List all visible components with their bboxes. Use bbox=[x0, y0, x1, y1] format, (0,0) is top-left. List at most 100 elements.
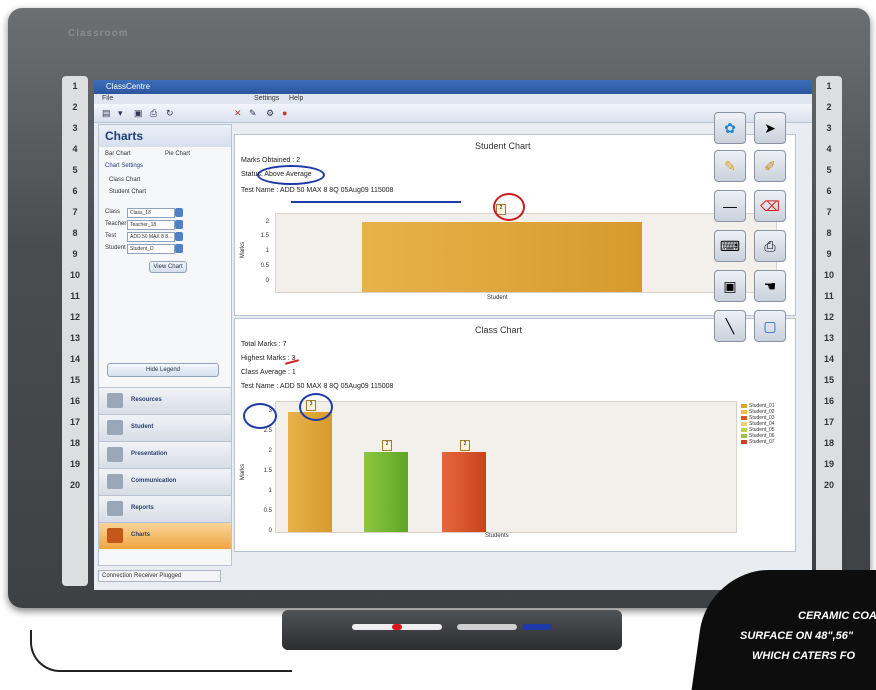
class-chart-radio[interactable]: Class Chart bbox=[109, 177, 140, 183]
page-number[interactable]: 12 bbox=[62, 307, 88, 328]
page-number[interactable]: 5 bbox=[816, 160, 842, 181]
data-label: 2 bbox=[382, 440, 392, 451]
page-number[interactable]: 4 bbox=[816, 139, 842, 160]
highlighter-icon[interactable]: ✐ bbox=[754, 150, 786, 182]
sidebar-item-reports[interactable]: Reports bbox=[99, 495, 231, 522]
stop-icon[interactable]: ● bbox=[282, 107, 287, 119]
close-icon[interactable]: ✕ bbox=[234, 107, 242, 119]
pointer-icon[interactable]: ➤ bbox=[754, 112, 786, 144]
edit-icon[interactable]: ✎ bbox=[249, 107, 257, 119]
page-number[interactable]: 17 bbox=[62, 412, 88, 433]
print-icon[interactable]: ⎙ bbox=[150, 107, 157, 119]
page-number[interactable]: 15 bbox=[62, 370, 88, 391]
status-bar: Connection Receiver Plugged bbox=[98, 570, 221, 582]
page-number[interactable]: 19 bbox=[62, 454, 88, 475]
sidebar-item-presentation[interactable]: Presentation bbox=[99, 441, 231, 468]
left-page-rail: 1 2 3 4 5 6 7 8 9 10 11 12 13 14 15 16 17 18 19 20 bbox=[62, 76, 88, 586]
hide-legend-button[interactable]: Hide Legend bbox=[107, 363, 219, 377]
sidebar-item-label: Presentation bbox=[131, 451, 168, 457]
page-number[interactable]: 13 bbox=[816, 328, 842, 349]
top-bar-annotation-circle bbox=[299, 393, 333, 421]
page-number[interactable]: 5 bbox=[62, 160, 88, 181]
test-select[interactable]: ADD 50 MAX 8 8... bbox=[127, 232, 175, 242]
teacher-select[interactable]: Teacher_18 bbox=[127, 220, 175, 230]
grey-pen[interactable] bbox=[457, 624, 517, 630]
student-label: Student bbox=[105, 245, 126, 251]
blue-pen[interactable] bbox=[522, 624, 552, 630]
page-number[interactable]: 11 bbox=[62, 286, 88, 307]
page-number[interactable]: 11 bbox=[816, 286, 842, 307]
y-axis-label: Marks bbox=[240, 241, 247, 259]
sidebar-item-student[interactable]: Student bbox=[99, 414, 231, 441]
pen-tray bbox=[282, 610, 622, 650]
menu-file[interactable]: File bbox=[102, 94, 113, 104]
page-number[interactable]: 6 bbox=[62, 181, 88, 202]
page-number[interactable]: 3 bbox=[816, 118, 842, 139]
new-icon[interactable]: ▤ bbox=[102, 107, 111, 119]
refresh-icon[interactable]: ↻ bbox=[166, 107, 174, 119]
save-icon[interactable]: ▣ bbox=[134, 107, 143, 119]
whiteboard-tool-palette: ✿ ➤ ✎ ✐ — ⌫ ⌨ ⎙ ▣ ☚ ╲ ▢ bbox=[714, 112, 794, 362]
menu-settings[interactable]: Settings bbox=[254, 94, 279, 104]
print-icon[interactable]: ⎙ bbox=[754, 230, 786, 262]
open-icon[interactable]: ▾ bbox=[118, 107, 123, 119]
class-select[interactable]: Class_18 bbox=[127, 208, 175, 218]
screen-icon[interactable]: ▣ bbox=[714, 270, 746, 302]
student-field: Student Student_D bbox=[105, 244, 183, 254]
sidebar-item-label: Reports bbox=[131, 505, 154, 511]
student-select[interactable]: Student_D bbox=[127, 244, 175, 254]
page-number[interactable]: 7 bbox=[816, 202, 842, 223]
sidebar-item-resources[interactable]: Resources bbox=[99, 387, 231, 414]
gear-icon[interactable]: ✿ bbox=[714, 112, 746, 144]
page-number[interactable]: 6 bbox=[816, 181, 842, 202]
red-pen-cap bbox=[392, 624, 402, 630]
page-number[interactable]: 10 bbox=[62, 265, 88, 286]
page-number[interactable]: 1 bbox=[62, 76, 88, 97]
pen-icon[interactable]: ✎ bbox=[714, 150, 746, 182]
page-number[interactable]: 18 bbox=[816, 433, 842, 454]
page-number[interactable]: 14 bbox=[816, 349, 842, 370]
page-number[interactable]: 16 bbox=[62, 391, 88, 412]
sidebar-item-label: Student bbox=[131, 424, 154, 430]
chevron-down-icon[interactable] bbox=[175, 244, 183, 253]
page-number[interactable]: 9 bbox=[816, 244, 842, 265]
chevron-down-icon[interactable] bbox=[175, 220, 183, 229]
page-number[interactable]: 2 bbox=[62, 97, 88, 118]
window-icon[interactable]: ▢ bbox=[754, 310, 786, 342]
page-number[interactable]: 12 bbox=[816, 307, 842, 328]
page-number[interactable]: 18 bbox=[62, 433, 88, 454]
page-number[interactable]: 19 bbox=[816, 454, 842, 475]
keyboard-icon[interactable]: ⌨ bbox=[714, 230, 746, 262]
page-number[interactable]: 20 bbox=[62, 475, 88, 496]
pie-chart-radio[interactable]: Pie Chart bbox=[165, 151, 190, 157]
sidebar-item-communication[interactable]: Communication bbox=[99, 468, 231, 495]
page-number[interactable]: 16 bbox=[816, 391, 842, 412]
page-number[interactable]: 2 bbox=[816, 97, 842, 118]
settings-icon[interactable]: ⚙ bbox=[266, 107, 274, 119]
menu-help[interactable]: Help bbox=[289, 94, 303, 104]
max-tick-annotation-circle bbox=[243, 403, 277, 429]
page-number[interactable]: 8 bbox=[62, 223, 88, 244]
page-number[interactable]: 13 bbox=[62, 328, 88, 349]
page-number[interactable]: 14 bbox=[62, 349, 88, 370]
view-chart-button[interactable]: View Chart bbox=[149, 261, 187, 273]
page-number[interactable]: 3 bbox=[62, 118, 88, 139]
page-number[interactable]: 8 bbox=[816, 223, 842, 244]
page-number[interactable]: 4 bbox=[62, 139, 88, 160]
hand-icon[interactable]: ☚ bbox=[754, 270, 786, 302]
page-number[interactable]: 9 bbox=[62, 244, 88, 265]
page-number[interactable]: 1 bbox=[816, 76, 842, 97]
page-number[interactable]: 15 bbox=[816, 370, 842, 391]
diagonal-line-icon[interactable]: ╲ bbox=[714, 310, 746, 342]
page-number[interactable]: 7 bbox=[62, 202, 88, 223]
sidebar-item-charts[interactable]: Charts bbox=[99, 522, 231, 549]
line-icon[interactable]: — bbox=[714, 190, 746, 222]
bar-chart-radio[interactable]: Bar Chart bbox=[105, 151, 131, 157]
eraser-icon[interactable]: ⌫ bbox=[754, 190, 786, 222]
page-number[interactable]: 17 bbox=[816, 412, 842, 433]
page-number[interactable]: 20 bbox=[816, 475, 842, 496]
chevron-down-icon[interactable] bbox=[175, 232, 183, 241]
chevron-down-icon[interactable] bbox=[175, 208, 183, 217]
page-number[interactable]: 10 bbox=[816, 265, 842, 286]
student-chart-radio[interactable]: Student Chart bbox=[109, 189, 146, 195]
